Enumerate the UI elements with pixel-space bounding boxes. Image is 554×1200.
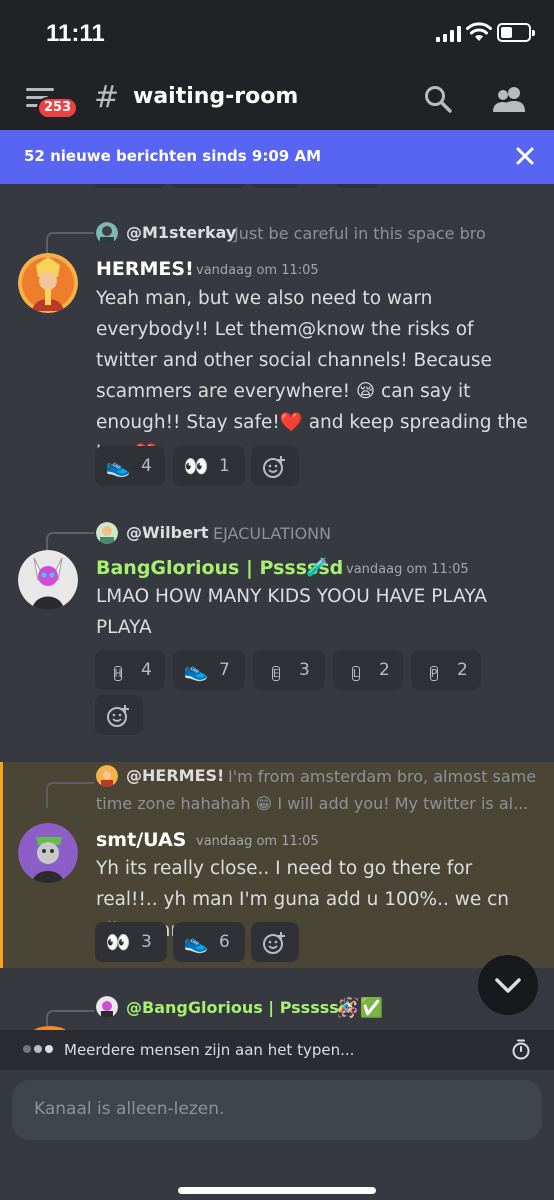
channel-name[interactable]: waiting-room — [133, 84, 298, 109]
reply-preview[interactable]: EJACULATIONN — [213, 524, 331, 543]
reply-preview[interactable]: time zone hahahah 😁 I will add you! My t… — [96, 794, 528, 813]
reply-username[interactable]: @BangGlorious | Psssssd — [126, 998, 350, 1017]
message-input[interactable]: Kanaal is alleen-lezen. — [12, 1080, 542, 1140]
reply-avatar — [96, 222, 118, 244]
status-time: 11:11 — [46, 20, 105, 47]
timestamp: vandaag om 11:05 — [346, 562, 469, 577]
reaction-button[interactable]: 👀 1 — [173, 446, 245, 486]
reply-connector — [46, 782, 94, 808]
avatar[interactable] — [18, 253, 78, 313]
add-reaction-icon — [263, 932, 285, 954]
reaction-peek — [337, 184, 377, 188]
letter-p-emoji: P — [429, 665, 439, 681]
reaction-peek — [253, 184, 297, 188]
scroll-to-bottom-button[interactable] — [478, 955, 538, 1015]
typing-dots-icon — [23, 1045, 53, 1053]
new-messages-text: 52 nieuwe berichten sinds 9:09 AM — [24, 147, 321, 165]
typing-indicator: Meerdere mensen zijn aan het typen... — [0, 1030, 554, 1070]
reaction-count: 6 — [219, 932, 230, 952]
reply-avatar — [96, 765, 118, 787]
new-messages-banner[interactable]: 52 nieuwe berichten sinds 9:09 AM — [0, 130, 554, 184]
reply-username[interactable]: @Wilbert — [126, 523, 208, 542]
status-bar: 11:11 — [0, 0, 554, 70]
home-indicator[interactable] — [178, 1187, 376, 1194]
message-item[interactable]: @Wilbert EJACULATIONN BangGlorious | Pss… — [0, 510, 554, 740]
reaction-count: 2 — [457, 660, 468, 680]
reaction-count: 3 — [299, 660, 310, 680]
add-reaction-button[interactable] — [251, 922, 299, 962]
avatar[interactable] — [18, 550, 78, 610]
reaction-button[interactable]: 👟 7 — [173, 650, 245, 690]
reaction-button[interactable]: 👀 3 — [95, 922, 167, 962]
add-reaction-button[interactable] — [95, 695, 143, 735]
close-icon[interactable] — [513, 144, 537, 168]
message-item[interactable]: @BangGlorious | Psssssd 🪅✅ — [0, 990, 554, 1030]
reaction-button[interactable]: H 4 — [95, 650, 165, 690]
letter-h-emoji: H — [113, 665, 123, 681]
members-icon[interactable] — [493, 85, 525, 113]
add-reaction-icon — [107, 705, 129, 727]
chevron-down-icon — [495, 978, 521, 993]
username-emoji: 🧪 — [306, 557, 329, 578]
reply-preview[interactable]: I'm from amsterdam bro, almost same — [228, 767, 536, 786]
reaction-button[interactable]: L 2 — [333, 650, 403, 690]
reaction-count: 4 — [141, 660, 152, 680]
search-icon[interactable] — [424, 85, 452, 113]
typing-text: Meerdere mensen zijn aan het typen... — [64, 1041, 355, 1059]
reaction-peek — [173, 184, 245, 188]
message-item[interactable]: @M1sterkay Just be careful in this space… — [0, 210, 554, 500]
eyes-emoji: 👀 — [105, 930, 131, 954]
eyes-emoji: 👀 — [183, 454, 209, 478]
reaction-count: 4 — [141, 456, 152, 476]
reaction-button[interactable]: E 3 — [253, 650, 325, 690]
message-item-mention[interactable]: @HERMES! I'm from amsterdam bro, almost … — [0, 762, 554, 968]
reaction-button[interactable]: P 2 — [411, 650, 481, 690]
username[interactable]: HERMES! — [96, 258, 194, 280]
reaction-peek — [95, 184, 165, 188]
reaction-count: 7 — [219, 660, 230, 680]
wifi-icon — [466, 22, 492, 41]
input-placeholder: Kanaal is alleen-lezen. — [34, 1099, 225, 1119]
channel-header: 253 # waiting-room — [0, 70, 554, 130]
reply-avatar — [96, 522, 118, 544]
add-reaction-button[interactable] — [251, 446, 299, 486]
reply-preview[interactable]: 🪅✅ — [336, 996, 383, 1019]
avatar[interactable] — [18, 823, 78, 883]
channel-hash-icon: # — [94, 80, 120, 115]
reaction-count: 3 — [141, 932, 152, 952]
message-content: Yeah man, but we also need to warn every… — [96, 288, 528, 464]
reply-avatar — [96, 996, 118, 1018]
slowmode-timer-icon[interactable] — [510, 1038, 532, 1060]
sneaker-emoji: 👟 — [105, 454, 131, 478]
username[interactable]: smt/UAS — [96, 829, 186, 851]
sneaker-emoji: 👟 — [183, 930, 209, 954]
letter-e-emoji: E — [271, 665, 281, 681]
letter-l-emoji: L — [351, 665, 361, 681]
reply-username[interactable]: @M1sterkay — [126, 223, 236, 242]
reaction-button[interactable]: 👟 4 — [95, 446, 165, 486]
reply-preview[interactable]: Just be careful in this space bro — [234, 224, 486, 243]
reaction-count: 1 — [219, 456, 230, 476]
timestamp: vandaag om 11:05 — [196, 263, 319, 278]
unread-badge: 253 — [37, 97, 79, 119]
reaction-count: 2 — [379, 660, 390, 680]
battery-icon — [497, 23, 535, 42]
add-reaction-icon — [263, 456, 285, 478]
message-input-area: Kanaal is alleen-lezen. — [0, 1070, 554, 1200]
timestamp: vandaag om 11:05 — [196, 834, 319, 849]
reaction-button[interactable]: 👟 6 — [173, 922, 245, 962]
message-content: LMAO HOW MANY KIDS YOOU HAVE PLAYA PLAYA — [96, 586, 487, 638]
reply-username[interactable]: @HERMES! — [126, 766, 224, 785]
sneaker-emoji: 👟 — [183, 658, 209, 682]
cellular-signal-icon — [436, 26, 461, 42]
